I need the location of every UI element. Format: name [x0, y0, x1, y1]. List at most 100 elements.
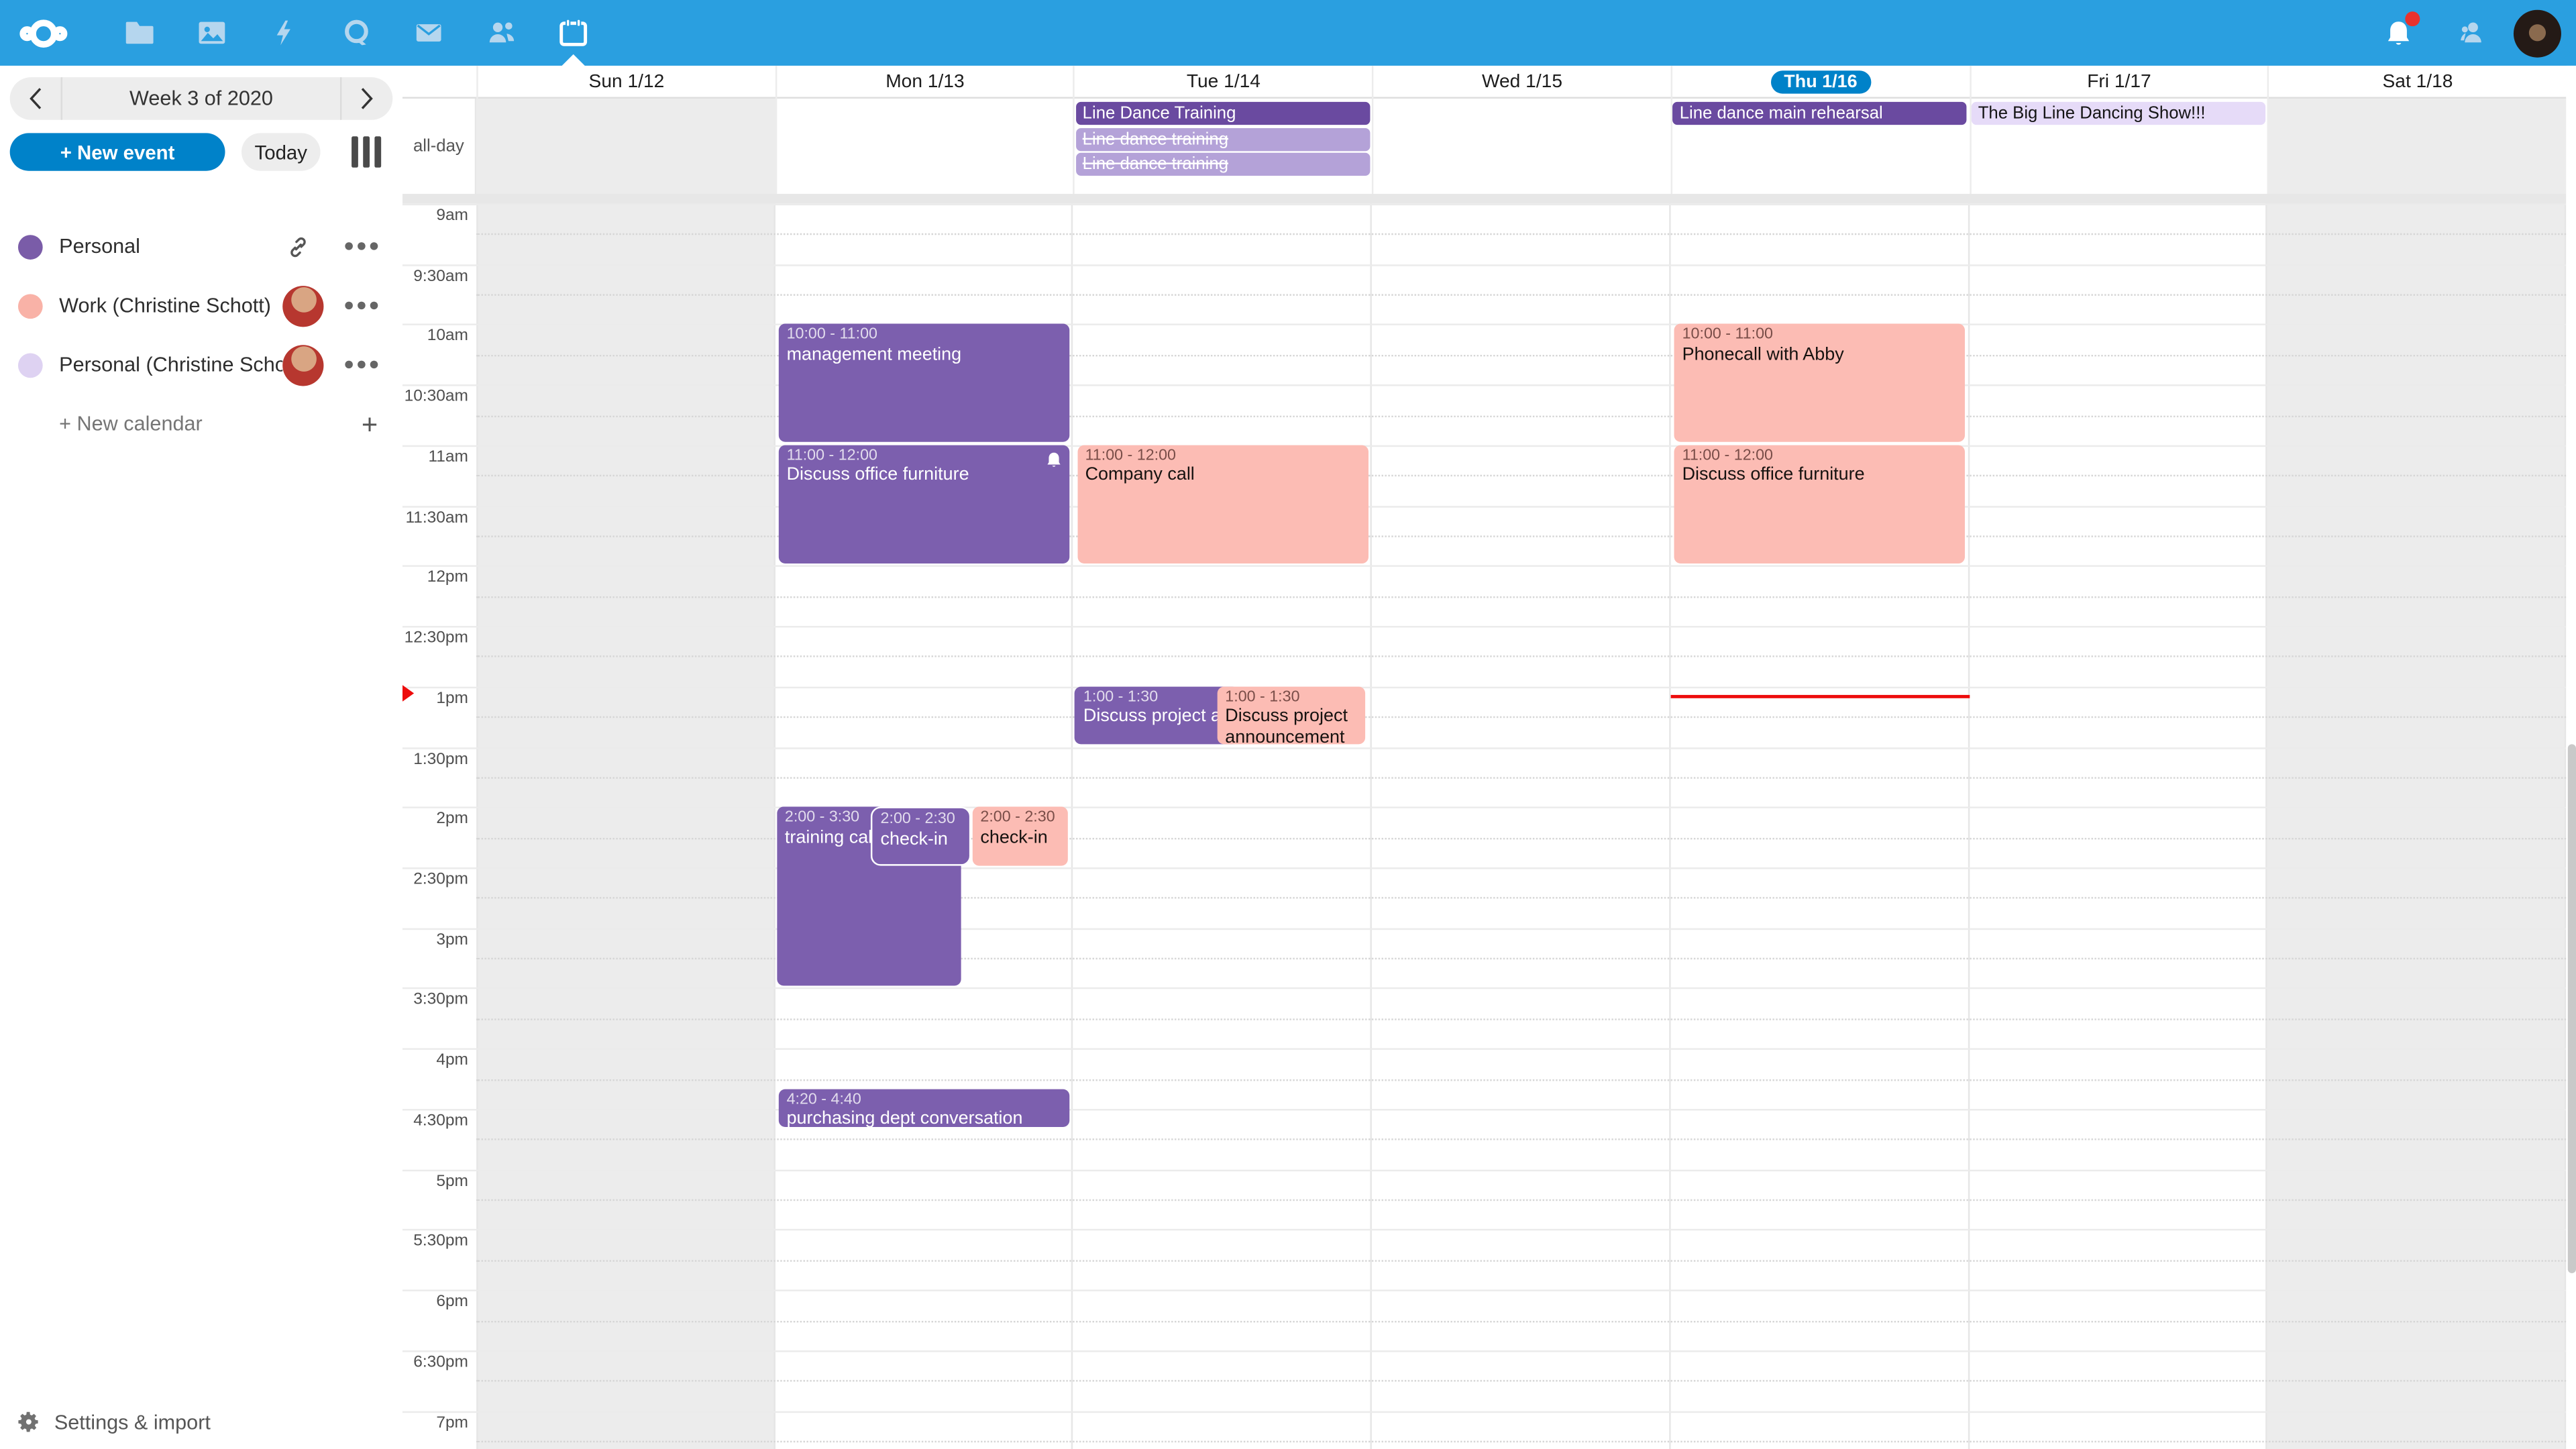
time-grid: 9am9:30am10am10:30am11am11:30am12pm12:30…: [402, 204, 2566, 1449]
event[interactable]: 2:00 - 2:30check-in: [972, 807, 1067, 865]
day-header: Wed 1/15: [1372, 66, 1670, 99]
time-label: 4pm: [402, 1052, 468, 1070]
view-mode-toggle[interactable]: [348, 136, 384, 168]
event-title: Company call: [1085, 466, 1363, 486]
active-app-indicator: [562, 54, 585, 66]
day-header: Sun 1/12: [476, 66, 775, 99]
scrollbar-thumb[interactable]: [2567, 744, 2575, 1273]
hour-line: [402, 928, 2566, 929]
day-header-label: Wed 1/15: [1482, 72, 1562, 92]
all-day-event[interactable]: Line dance training: [1076, 127, 1370, 150]
settings-import-button[interactable]: Settings & import: [16, 1409, 210, 1434]
day-column[interactable]: [2267, 204, 2566, 1449]
hour-line: [402, 686, 2566, 688]
quarter-hour-line: [476, 1199, 2566, 1201]
logo-circle: [30, 19, 58, 47]
next-week-button[interactable]: [340, 77, 392, 120]
activity-icon[interactable]: [248, 0, 321, 66]
event-time: 4:20 - 4:40: [787, 1092, 1065, 1110]
notification-badge: [2405, 11, 2420, 26]
all-day-event[interactable]: Line dance main rehearsal: [1673, 102, 1967, 125]
calendar-color-dot: [18, 293, 43, 318]
event[interactable]: 1:00 - 1:30Discuss project announcement: [1217, 686, 1364, 744]
time-label: 12:30pm: [402, 629, 468, 647]
quarter-hour-line: [476, 777, 2566, 778]
share-link-icon[interactable]: [286, 234, 311, 259]
week-navigation: Week 3 of 2020: [10, 77, 393, 120]
week-label[interactable]: Week 3 of 2020: [62, 77, 340, 120]
calendar-icon[interactable]: [537, 0, 610, 66]
sidebar: Week 3 of 2020 + New event Today Persona…: [0, 66, 402, 1449]
plus-icon: +: [362, 410, 378, 438]
contacts-menu-icon[interactable]: [2434, 0, 2507, 66]
hour-line: [402, 325, 2566, 326]
time-label: 9am: [402, 207, 468, 225]
quarter-hour-line: [476, 596, 2566, 597]
all-day-event[interactable]: The Big Line Dancing Show!!!: [1972, 102, 2265, 125]
calendar-menu-icon[interactable]: ●●●: [343, 296, 381, 315]
app-window: Week 3 of 2020 + New event Today Persona…: [0, 0, 2576, 1449]
quarter-hour-line: [476, 1441, 2566, 1442]
quarter-hour-line: [476, 1018, 2566, 1020]
vertical-scrollbar[interactable]: [2566, 66, 2576, 1449]
event[interactable]: 10:00 - 11:00Phonecall with Abby: [1674, 325, 1964, 443]
new-calendar-button[interactable]: + New calendar +: [0, 394, 402, 453]
hour-line: [402, 385, 2566, 386]
day-column[interactable]: [476, 204, 775, 1449]
all-day-label: all-day: [402, 99, 476, 194]
event[interactable]: 1:00 - 1:30Discuss project announcement: [1075, 686, 1239, 744]
all-day-event[interactable]: Line Dance Training: [1076, 102, 1370, 125]
event[interactable]: 10:00 - 11:00management meeting: [778, 325, 1069, 443]
event[interactable]: 11:00 - 12:00Company call: [1077, 445, 1367, 563]
photos-icon[interactable]: [176, 0, 248, 66]
calendar-name: Personal: [59, 235, 286, 258]
event-title: Phonecall with Abby: [1682, 345, 1960, 366]
event[interactable]: 11:00 - 12:00Discuss office furniture: [778, 445, 1069, 563]
column-separator: [1073, 99, 1075, 194]
event[interactable]: 2:00 - 2:30check-in: [871, 807, 971, 865]
hour-line: [402, 747, 2566, 748]
day-column[interactable]: [1073, 204, 1372, 1449]
all-day-event[interactable]: Line dance training: [1076, 153, 1370, 176]
hour-line: [402, 1411, 2566, 1412]
user-avatar[interactable]: [2514, 9, 2561, 56]
calendar-menu-icon[interactable]: ●●●: [343, 237, 381, 256]
quarter-hour-line: [476, 1139, 2566, 1140]
weekend-shading: [476, 99, 775, 194]
weekend-shading: [2267, 99, 2566, 194]
talk-icon[interactable]: [321, 0, 393, 66]
event[interactable]: 4:20 - 4:40purchasing dept conversation: [778, 1089, 1069, 1126]
notifications-bell-icon[interactable]: [2363, 0, 2435, 66]
time-label: 2:30pm: [402, 871, 468, 889]
calendar-name: Work (Christine Schott): [59, 294, 282, 317]
nextcloud-logo[interactable]: [19, 19, 67, 47]
day-header: Tue 1/14: [1073, 66, 1372, 99]
today-button[interactable]: Today: [241, 133, 321, 170]
hour-line: [402, 867, 2566, 869]
day-header-label: Sat 1/18: [2383, 72, 2453, 92]
new-event-button[interactable]: + New event: [10, 133, 225, 170]
time-label: 4:30pm: [402, 1112, 468, 1130]
time-label: 7pm: [402, 1414, 468, 1432]
mail-icon[interactable]: [392, 0, 465, 66]
event-time: 11:00 - 12:00: [1682, 448, 1960, 466]
hour-line: [402, 1169, 2566, 1171]
contacts-icon[interactable]: [465, 0, 537, 66]
event-title: Discuss office furniture: [1682, 466, 1960, 486]
calendar-item-personal-christine[interactable]: Personal (Christine Scho… ●●●: [0, 335, 402, 394]
day-column[interactable]: [1372, 204, 1670, 1449]
event[interactable]: 11:00 - 12:00Discuss office furniture: [1674, 445, 1964, 563]
column-separator: [1372, 99, 1373, 194]
event-time: 10:00 - 11:00: [787, 327, 1065, 345]
day-column[interactable]: [1969, 204, 2267, 1449]
calendar-menu-icon[interactable]: ●●●: [343, 355, 381, 374]
event-time: 1:00 - 1:30: [1083, 690, 1234, 707]
calendar-item-personal[interactable]: Personal ●●●: [0, 217, 402, 276]
gear-icon: [16, 1409, 41, 1434]
hour-line: [402, 807, 2566, 808]
calendar-item-work-christine[interactable]: Work (Christine Schott) ●●●: [0, 276, 402, 335]
previous-week-button[interactable]: [10, 77, 62, 120]
files-icon[interactable]: [103, 0, 176, 66]
day-header: Fri 1/17: [1969, 66, 2267, 99]
section-divider: [402, 194, 2566, 204]
